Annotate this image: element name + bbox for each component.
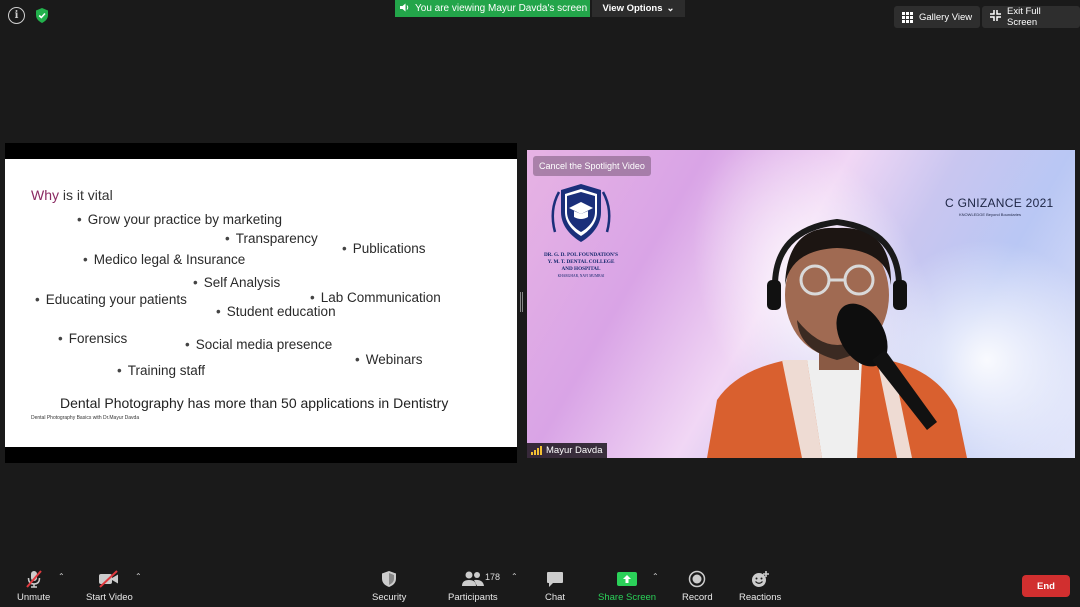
event-title: C GNIZANCE 2021 <box>945 196 1054 210</box>
participants-count: 178 <box>485 572 501 582</box>
speaker-icon <box>400 3 410 14</box>
participants-icon <box>461 570 485 588</box>
chat-button[interactable]: Chat <box>545 570 565 603</box>
shared-screen: Why is it vital Grow your practice by ma… <box>5 143 517 463</box>
spotlight-video: DR. G. D. POL FOUNDATION'S Y. M. T. DENT… <box>527 150 1075 458</box>
chat-label: Chat <box>545 592 566 603</box>
gallery-view-button[interactable]: Gallery View <box>894 6 981 28</box>
split-view-resize-handle[interactable] <box>520 292 523 312</box>
video-options-chevron-icon[interactable]: ⌃ <box>135 572 142 581</box>
meeting-toolbar: Unmute ⌃ Start Video ⌃ Security Particip… <box>0 552 1080 607</box>
slide-bullet: Self Analysis <box>193 275 281 290</box>
slide-bullet: Transparency <box>225 231 318 246</box>
info-icon[interactable]: i <box>8 7 25 24</box>
view-options-label: View Options <box>602 3 663 14</box>
participants-options-chevron-icon[interactable]: ⌃ <box>511 572 518 581</box>
slide-footer: Dental Photography Basics with Dr.Mayur … <box>31 415 140 421</box>
slide-bullet: Webinars <box>355 352 423 367</box>
slide-bullet: Educating your patients <box>35 292 187 307</box>
record-button[interactable]: Record <box>682 570 713 603</box>
slide-bullet: Grow your practice by marketing <box>77 212 282 227</box>
college-logo-icon <box>551 184 611 242</box>
gallery-view-label: Gallery View <box>919 11 973 23</box>
record-icon <box>688 570 706 588</box>
reactions-label: Reactions <box>739 592 782 603</box>
muted-microphone-icon <box>24 570 44 588</box>
unmute-button[interactable]: Unmute <box>17 570 50 603</box>
zoom-meeting-window: i You are viewing Mayur Davda's screen V… <box>0 0 1080 607</box>
share-screen-icon <box>617 570 638 588</box>
reactions-button[interactable]: Reactions <box>739 570 781 603</box>
security-label: Security <box>372 592 407 603</box>
participants-label: Participants <box>448 592 498 603</box>
slide-bullet: Student education <box>216 304 336 319</box>
exit-full-screen-button[interactable]: Exit Full Screen <box>982 6 1080 28</box>
end-meeting-button[interactable]: End <box>1022 575 1070 597</box>
top-left-icons: i <box>8 7 50 24</box>
slide-bullet: Social media presence <box>185 337 333 352</box>
audio-level-icon <box>531 446 542 455</box>
chat-bubble-icon <box>546 570 564 588</box>
viewing-screen-banner: You are viewing Mayur Davda's screen <box>395 0 590 17</box>
slide-bullet: Medico legal & Insurance <box>83 252 246 267</box>
exit-full-screen-label: Exit Full Screen <box>1007 6 1041 28</box>
viewing-banner-text: You are viewing Mayur Davda's screen <box>415 3 588 14</box>
participant-name-tag: Mayur Davda <box>527 443 607 458</box>
slide-bullet: Forensics <box>58 331 128 346</box>
slide-summary: Dental Photography has more than 50 appl… <box>60 395 449 411</box>
presentation-slide: Why is it vital Grow your practice by ma… <box>5 159 517 447</box>
presenter-video-feed <box>707 218 967 458</box>
slide-bullet: Lab Communication <box>310 290 441 305</box>
audio-options-chevron-icon[interactable]: ⌃ <box>58 572 65 581</box>
shield-icon <box>381 570 397 588</box>
cancel-spotlight-button[interactable]: Cancel the Spotlight Video <box>533 156 651 176</box>
college-name: DR. G. D. POL FOUNDATION'S Y. M. T. DENT… <box>543 252 619 278</box>
encryption-shield-icon[interactable] <box>33 7 50 24</box>
unmute-label: Unmute <box>17 592 51 603</box>
grid-icon <box>902 11 913 23</box>
chevron-down-icon: ⌄ <box>666 3 675 14</box>
share-screen-button[interactable]: Share Screen <box>598 570 656 603</box>
exit-full-screen-icon <box>990 10 1001 24</box>
slide-bullet: Publications <box>342 241 426 256</box>
slide-bullet: Training staff <box>117 363 205 378</box>
slide-title: Why is it vital <box>31 187 113 203</box>
start-video-label: Start Video <box>86 592 133 603</box>
start-video-button[interactable]: Start Video <box>86 570 133 603</box>
security-button[interactable]: Security <box>372 570 406 603</box>
view-options-button[interactable]: View Options ⌄ <box>592 0 685 17</box>
participant-name: Mayur Davda <box>546 445 603 456</box>
video-off-icon <box>98 570 120 588</box>
record-label: Record <box>682 592 713 603</box>
smiley-plus-icon <box>750 570 770 588</box>
share-options-chevron-icon[interactable]: ⌃ <box>652 572 659 581</box>
share-screen-label: Share Screen <box>598 592 657 603</box>
